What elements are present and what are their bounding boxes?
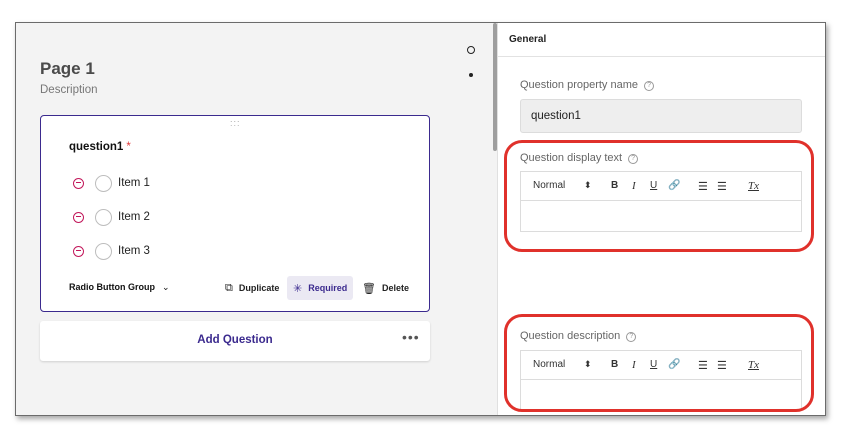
page-title[interactable]: Page 1 xyxy=(40,59,95,79)
description-input[interactable] xyxy=(521,380,801,410)
chevron-down-icon: ⌄ xyxy=(161,282,170,292)
open-circle-icon xyxy=(467,46,475,54)
duplicate-icon: ⧉ xyxy=(225,281,233,294)
trash-icon: 🗑 xyxy=(362,282,376,295)
rich-text-toolbar: Normal ⬍ B I U 🔗 ☰ ☰ Tx xyxy=(521,172,801,201)
clear-format-icon[interactable]: Tx xyxy=(748,180,759,192)
required-toggle-button[interactable]: ✳ Required xyxy=(287,276,354,300)
page-description[interactable]: Description xyxy=(40,84,98,96)
required-label: Required xyxy=(308,283,348,293)
radio-button[interactable] xyxy=(95,208,112,226)
property-name-input[interactable] xyxy=(520,99,802,133)
choice-item: Item 3 xyxy=(73,241,150,261)
property-grid: General Question property name? Question… xyxy=(497,23,825,415)
link-icon[interactable]: 🔗 xyxy=(668,180,680,191)
add-question-button[interactable]: Add Question xyxy=(40,334,430,346)
remove-item-icon[interactable] xyxy=(73,245,84,257)
link-icon[interactable]: 🔗 xyxy=(668,359,680,370)
delete-button[interactable]: 🗑 Delete xyxy=(356,276,415,300)
question-type-dropdown[interactable]: Radio Button Group ⌄ xyxy=(69,282,170,293)
property-name-label-text: Question property name xyxy=(520,79,639,91)
format-select-arrow-icon[interactable]: ⬍ xyxy=(584,359,592,370)
app-window: Page 1 Description ::: question1 * Item 1… xyxy=(15,22,826,416)
format-select[interactable]: Normal xyxy=(533,180,565,191)
clear-format-icon[interactable]: Tx xyxy=(748,359,759,371)
bullet-list-icon[interactable]: ☰ xyxy=(717,180,727,193)
bullet-list-icon[interactable]: ☰ xyxy=(717,359,727,372)
italic-button[interactable]: I xyxy=(632,180,636,192)
choice-item-label[interactable]: Item 1 xyxy=(118,177,150,189)
ordered-list-icon[interactable]: ☰ xyxy=(698,359,708,372)
display-text-input[interactable] xyxy=(521,201,801,231)
italic-button[interactable]: I xyxy=(632,359,636,371)
format-select[interactable]: Normal xyxy=(533,359,565,370)
help-icon[interactable]: ? xyxy=(626,332,637,342)
designer-canvas: Page 1 Description ::: question1 * Item 1… xyxy=(16,23,493,415)
description-label: Question description? xyxy=(520,330,637,342)
choice-item-label[interactable]: Item 2 xyxy=(118,211,150,223)
general-section-title: General xyxy=(509,34,547,45)
help-icon[interactable]: ? xyxy=(644,81,655,91)
duplicate-label: Duplicate xyxy=(238,283,280,293)
property-name-label: Question property name? xyxy=(520,79,655,91)
choice-item-label[interactable]: Item 3 xyxy=(118,245,150,257)
format-select-arrow-icon[interactable]: ⬍ xyxy=(584,180,592,191)
required-marker: * xyxy=(126,141,131,153)
choice-item: Item 2 xyxy=(73,207,150,227)
add-question-bar: Add Question ••• xyxy=(40,321,430,361)
rich-text-toolbar: Normal ⬍ B I U 🔗 ☰ ☰ Tx xyxy=(521,351,801,380)
bold-button[interactable]: B xyxy=(611,359,618,370)
ordered-list-icon[interactable]: ☰ xyxy=(698,180,708,193)
delete-label: Delete xyxy=(381,283,409,293)
drag-handle-icon[interactable]: ::: xyxy=(230,118,241,128)
display-text-label-text: Question display text xyxy=(520,152,623,164)
description-editor: Normal ⬍ B I U 🔗 ☰ ☰ Tx xyxy=(520,350,802,411)
choice-item: Item 1 xyxy=(73,173,150,193)
underline-button[interactable]: U xyxy=(650,180,657,191)
remove-item-icon[interactable] xyxy=(73,177,84,189)
description-label-text: Question description xyxy=(520,330,621,342)
question-title[interactable]: question1 * xyxy=(69,141,131,153)
question-actions-bar: Radio Button Group ⌄ ⧉ Duplicate ✳ Requir… xyxy=(41,276,429,300)
more-options-icon[interactable]: ••• xyxy=(402,329,420,345)
duplicate-button[interactable]: ⧉ Duplicate xyxy=(219,276,285,300)
question-title-text: question1 xyxy=(69,141,124,153)
remove-item-icon[interactable] xyxy=(73,211,84,223)
dot-icon xyxy=(469,73,473,77)
question-type-label: Radio Button Group xyxy=(69,282,155,292)
help-icon[interactable]: ? xyxy=(628,154,639,164)
display-text-editor: Normal ⬍ B I U 🔗 ☰ ☰ Tx xyxy=(520,171,802,232)
radio-button[interactable] xyxy=(95,174,112,192)
radio-button[interactable] xyxy=(95,242,112,260)
asterisk-icon: ✳ xyxy=(293,282,303,295)
general-section-header[interactable]: General xyxy=(498,23,825,57)
question-card[interactable]: ::: question1 * Item 1 Item 2 Item 3 Rad… xyxy=(40,115,430,312)
bold-button[interactable]: B xyxy=(611,180,618,191)
display-text-label: Question display text? xyxy=(520,152,639,164)
underline-button[interactable]: U xyxy=(650,359,657,370)
